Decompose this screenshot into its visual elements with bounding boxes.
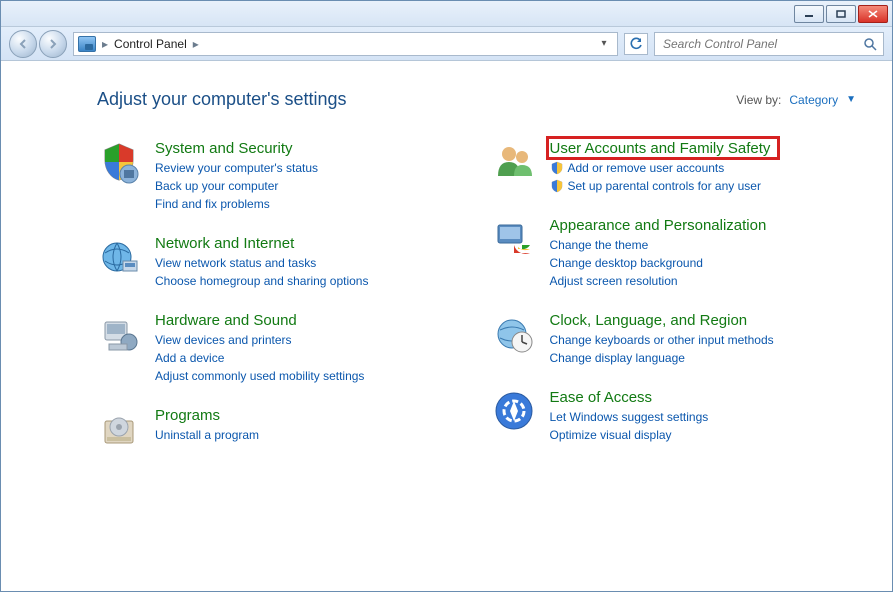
minimize-button[interactable] (794, 5, 824, 23)
category-link[interactable]: Adjust commonly used mobility settings (155, 367, 364, 385)
category-link[interactable]: View devices and printers (155, 331, 364, 349)
category-link-text: Uninstall a program (155, 426, 259, 444)
category-link[interactable]: Choose homegroup and sharing options (155, 272, 368, 290)
category-title[interactable]: Clock, Language, and Region (550, 312, 748, 329)
category-link[interactable]: Set up parental controls for any user (550, 177, 771, 195)
category-link-text: Optimize visual display (550, 426, 672, 444)
category-link[interactable]: Optimize visual display (550, 426, 709, 444)
category-link[interactable]: View network status and tasks (155, 254, 368, 272)
category-clock: Clock, Language, and Region Change keyboa… (492, 312, 857, 367)
programs-icon (97, 407, 141, 451)
category-programs: Programs Uninstall a program (97, 407, 462, 451)
category-link[interactable]: Change the theme (550, 236, 767, 254)
category-appearance: Appearance and Personalization Change the… (492, 217, 857, 290)
users-icon (492, 140, 536, 184)
clock-icon (492, 312, 536, 356)
breadcrumb-root[interactable]: Control Panel (114, 37, 187, 51)
category-title[interactable]: User Accounts and Family Safety (550, 140, 771, 157)
category-network: Network and Internet View network status … (97, 235, 462, 290)
appearance-icon (492, 217, 536, 261)
category-link-text: Change keyboards or other input methods (550, 331, 774, 349)
category-title[interactable]: Ease of Access (550, 389, 653, 406)
window-titlebar (1, 1, 892, 27)
category-link-text: Change the theme (550, 236, 649, 254)
category-link[interactable]: Review your computer's status (155, 159, 318, 177)
breadcrumb-separator-icon: ▸ (193, 37, 199, 51)
category-title[interactable]: Network and Internet (155, 235, 294, 252)
category-link-text: View devices and printers (155, 331, 292, 349)
uac-shield-icon (550, 179, 564, 193)
category-link[interactable]: Change display language (550, 349, 774, 367)
search-box[interactable] (654, 32, 884, 56)
category-title[interactable]: Appearance and Personalization (550, 217, 767, 234)
category-title[interactable]: System and Security (155, 140, 293, 157)
close-button[interactable] (858, 5, 888, 23)
category-link-text: Set up parental controls for any user (568, 177, 761, 195)
back-button[interactable] (9, 30, 37, 58)
uac-shield-icon (550, 161, 564, 175)
viewby-control[interactable]: View by: Category ▼ (736, 93, 856, 107)
category-link-text: Review your computer's status (155, 159, 318, 177)
category-system-security: System and Security Review your computer'… (97, 140, 462, 213)
network-icon (97, 235, 141, 279)
page-heading: Adjust your computer's settings (97, 89, 347, 110)
category-link-text: Change desktop background (550, 254, 703, 272)
search-icon[interactable] (863, 37, 877, 51)
viewby-label: View by: (736, 93, 781, 107)
category-link-text: Add a device (155, 349, 224, 367)
category-title[interactable]: Programs (155, 407, 220, 424)
category-link-text: Adjust screen resolution (550, 272, 678, 290)
category-link-text: Change display language (550, 349, 685, 367)
breadcrumb-separator-icon: ▸ (102, 37, 108, 51)
category-link[interactable]: Change desktop background (550, 254, 767, 272)
control-panel-icon (78, 36, 96, 52)
category-link[interactable]: Let Windows suggest settings (550, 408, 709, 426)
category-ease: Ease of Access Let Windows suggest settin… (492, 389, 857, 444)
viewby-value: Category (789, 93, 838, 107)
category-users: User Accounts and Family Safety Add or re… (492, 140, 857, 195)
category-title[interactable]: Hardware and Sound (155, 312, 297, 329)
category-link-text: Add or remove user accounts (568, 159, 725, 177)
forward-button[interactable] (39, 30, 67, 58)
category-hardware: Hardware and Sound View devices and print… (97, 312, 462, 385)
category-link-text: Choose homegroup and sharing options (155, 272, 368, 290)
category-link[interactable]: Find and fix problems (155, 195, 318, 213)
category-link-text: Back up your computer (155, 177, 278, 195)
category-link[interactable]: Adjust screen resolution (550, 272, 767, 290)
category-link[interactable]: Add a device (155, 349, 364, 367)
navigation-bar: ▸ Control Panel ▸ ▾ (1, 27, 892, 61)
category-link-text: View network status and tasks (155, 254, 316, 272)
address-bar[interactable]: ▸ Control Panel ▸ ▾ (73, 32, 618, 56)
system-security-icon (97, 140, 141, 184)
category-link-text: Let Windows suggest settings (550, 408, 709, 426)
category-link-text: Adjust commonly used mobility settings (155, 367, 364, 385)
maximize-button[interactable] (826, 5, 856, 23)
content-area: Adjust your computer's settings View by:… (1, 63, 892, 591)
category-link[interactable]: Uninstall a program (155, 426, 259, 444)
ease-icon (492, 389, 536, 433)
category-link-text: Find and fix problems (155, 195, 270, 213)
category-link[interactable]: Add or remove user accounts (550, 159, 771, 177)
address-dropdown-icon[interactable]: ▾ (595, 38, 613, 49)
category-link[interactable]: Change keyboards or other input methods (550, 331, 774, 349)
category-link[interactable]: Back up your computer (155, 177, 318, 195)
search-input[interactable] (661, 36, 863, 52)
hardware-icon (97, 312, 141, 356)
refresh-button[interactable] (624, 33, 648, 55)
chevron-down-icon: ▼ (846, 94, 856, 105)
